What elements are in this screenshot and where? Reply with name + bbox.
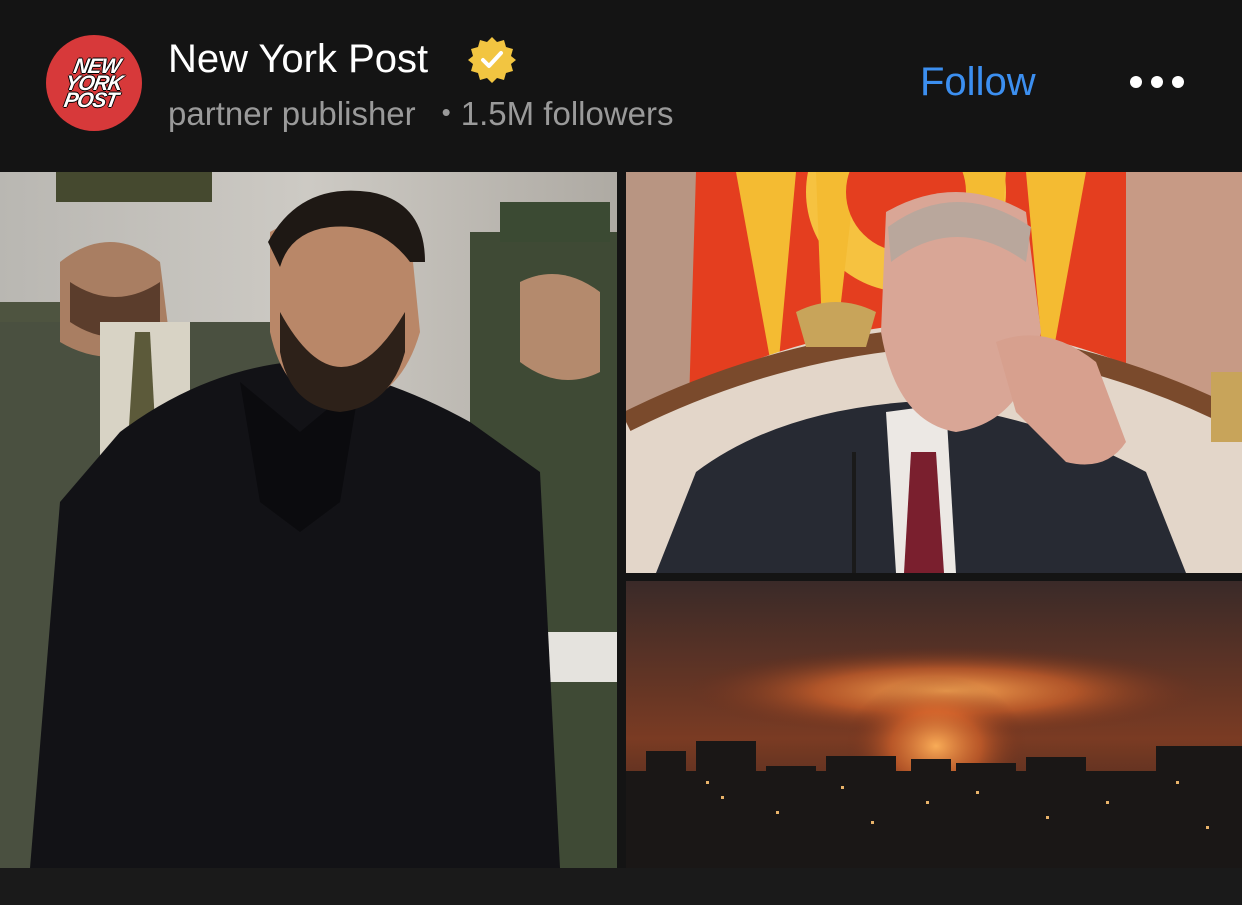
photo-man-seated-ornate-chair-flag: [626, 172, 1242, 573]
follower-count: 1.5M followers: [460, 95, 674, 132]
post-image-2[interactable]: [626, 172, 1242, 573]
more-horizontal-icon[interactable]: [1128, 70, 1188, 94]
card-footer-strip: [0, 868, 1242, 905]
photo-man-black-jacket-honor-guard: [0, 172, 617, 868]
publisher-logo: NEW YORK POST: [46, 35, 142, 131]
publisher-name[interactable]: New York Post: [168, 35, 428, 83]
post-header: NEW YORK POST New York Post partner publ…: [0, 0, 1242, 172]
post-image-1[interactable]: [0, 172, 617, 868]
logo-word-3: POST: [62, 88, 120, 112]
photo-city-skyline-night-explosion: [626, 581, 1242, 868]
publisher-role: partner publisher: [168, 95, 416, 132]
publisher-post-card: NEW YORK POST New York Post partner publ…: [0, 0, 1242, 905]
verified-badge-icon: [468, 37, 516, 83]
meta-separator: •: [441, 97, 451, 127]
publisher-meta: partner publisher • 1.5M followers: [168, 92, 674, 134]
follow-button[interactable]: Follow: [920, 58, 1036, 106]
post-image-3[interactable]: [626, 581, 1242, 868]
publisher-avatar[interactable]: NEW YORK POST: [46, 35, 142, 131]
